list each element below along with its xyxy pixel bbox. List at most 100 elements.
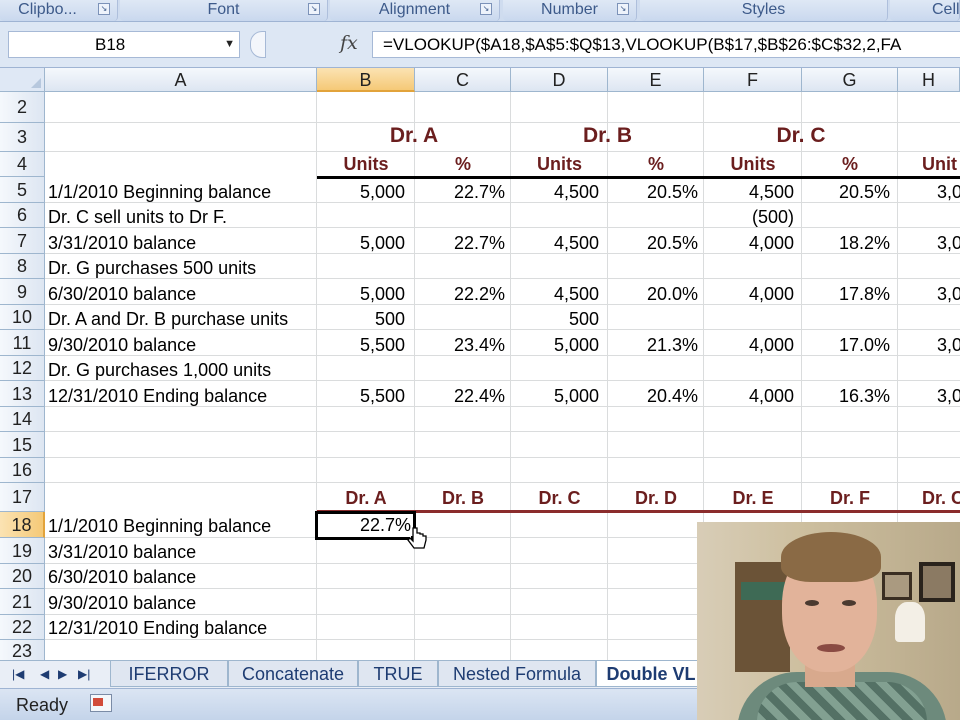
lookup-header[interactable]: Dr. C [511,488,608,509]
table-row-label[interactable]: Dr. A and Dr. B purchase units [48,309,288,330]
table-row-label[interactable]: Dr. G purchases 500 units [48,258,256,279]
select-all-button[interactable] [0,68,45,92]
dialog-launcher-icon[interactable]: ↘ [98,3,110,15]
ribbon-group-cells[interactable]: Cell [890,0,960,21]
lookup-header[interactable]: Dr. C [922,488,960,509]
row-header[interactable]: 11 [0,330,45,356]
row-header[interactable]: 20 [0,564,45,589]
table-cell-e[interactable]: 20.4% [608,386,698,407]
table-cell-d[interactable]: 4,500 [511,182,599,203]
next-sheet-icon[interactable]: ▶ [58,667,67,681]
sheet-tab-true[interactable]: TRUE [358,661,438,687]
table-cell-b[interactable]: 5,500 [317,386,405,407]
table-cell-h[interactable]: 3,0 [937,335,960,356]
table-cell-c[interactable]: 22.2% [415,284,505,305]
ribbon-group-alignment[interactable]: Alignment ↘ [330,0,500,21]
lookup-header[interactable]: Dr. B [415,488,511,509]
row-header[interactable]: 7 [0,228,45,254]
row-header[interactable]: 16 [0,458,45,483]
macro-record-icon[interactable] [90,694,112,712]
subheader-pct[interactable]: % [802,154,898,175]
sheet-tab-double-vlookup[interactable]: Double VL [596,661,706,687]
table-cell-b[interactable]: 5,000 [317,182,405,203]
row-header[interactable]: 17 [0,483,45,512]
table-cell-g[interactable]: 17.0% [802,335,890,356]
table-cell-h[interactable]: 3,0 [937,386,960,407]
table-row-label[interactable]: Dr. C sell units to Dr F. [48,207,227,228]
subheader-units[interactable]: Unit [922,154,957,175]
table-cell-d[interactable]: 4,500 [511,284,599,305]
table-cell-g[interactable]: 16.3% [802,386,890,407]
table-cell-f[interactable]: 4,000 [704,386,794,407]
table-cell-f[interactable]: 4,000 [704,284,794,305]
table-row-label[interactable]: 9/30/2010 balance [48,335,196,356]
row-header[interactable]: 15 [0,432,45,458]
row-header[interactable]: 3 [0,123,45,152]
table-row-label[interactable]: 3/31/2010 balance [48,233,196,254]
table-cell-b[interactable]: 5,500 [317,335,405,356]
table-cell-b[interactable]: 500 [317,309,405,330]
table-cell-e[interactable]: 20.5% [608,233,698,254]
table-cell-e[interactable]: 20.5% [608,182,698,203]
dialog-launcher-icon[interactable]: ↘ [617,3,629,15]
name-box[interactable]: B18 ▼ [8,31,240,58]
table-cell-c[interactable]: 22.7% [415,233,505,254]
formula-bar-resize-handle[interactable] [250,31,266,58]
table-row-label[interactable]: 12/31/2010 Ending balance [48,386,267,407]
table-cell-f[interactable]: 4,500 [704,182,794,203]
column-header-e[interactable]: E [608,68,704,92]
lookup-header[interactable]: Dr. F [802,488,898,509]
first-sheet-icon[interactable]: |◀ [12,667,24,681]
column-header-d[interactable]: D [511,68,608,92]
table-cell-f[interactable]: (500) [704,207,794,228]
row-header[interactable]: 9 [0,279,45,305]
table-cell-f[interactable]: 4,000 [704,233,794,254]
ribbon-group-styles[interactable]: Styles [640,0,888,21]
row-header[interactable]: 18 [0,512,45,538]
row-header[interactable]: 13 [0,381,45,407]
ribbon-group-clipboard[interactable]: Clipbo... ↘ [0,0,118,21]
table-cell-b[interactable]: 5,000 [317,233,405,254]
prev-sheet-icon[interactable]: ◀ [40,667,49,681]
header-dr-a[interactable]: Dr. A [317,124,511,148]
row-header[interactable]: 2 [0,92,45,123]
table-cell-c[interactable]: 22.4% [415,386,505,407]
column-header-c[interactable]: C [415,68,511,92]
chevron-down-icon[interactable]: ▼ [224,32,235,57]
row-header[interactable]: 8 [0,254,45,279]
table-cell-h[interactable]: 3,0 [937,182,960,203]
table-cell-d[interactable]: 5,000 [511,386,599,407]
last-sheet-icon[interactable]: ▶| [78,667,90,681]
row-header[interactable]: 22 [0,615,45,640]
sheet-tab-concatenate[interactable]: Concatenate [228,661,358,687]
table-cell-d[interactable]: 4,500 [511,233,599,254]
sheet-tab-nested-formula[interactable]: Nested Formula [438,661,596,687]
column-header-b[interactable]: B [317,68,415,92]
lookup-header[interactable]: Dr. E [704,488,802,509]
row-header[interactable]: 6 [0,203,45,228]
table-cell-c[interactable]: 22.7% [415,182,505,203]
table-cell-c[interactable]: 23.4% [415,335,505,356]
subheader-units[interactable]: Units [511,154,608,175]
table-cell-e[interactable]: 20.0% [608,284,698,305]
row-header[interactable]: 4 [0,152,45,177]
table-cell-d[interactable]: 500 [511,309,599,330]
lookup-header[interactable]: Dr. D [608,488,704,509]
dialog-launcher-icon[interactable]: ↘ [308,3,320,15]
lookup-row-label[interactable]: 6/30/2010 balance [48,567,196,588]
ribbon-group-font[interactable]: Font ↘ [120,0,328,21]
row-header[interactable]: 19 [0,538,45,564]
column-header-g[interactable]: G [802,68,898,92]
ribbon-group-number[interactable]: Number ↘ [503,0,637,21]
header-dr-c[interactable]: Dr. C [704,124,898,148]
table-cell-g[interactable]: 18.2% [802,233,890,254]
dialog-launcher-icon[interactable]: ↘ [480,3,492,15]
column-header-f[interactable]: F [704,68,802,92]
column-header-h[interactable]: H [898,68,960,92]
lookup-row-label[interactable]: 9/30/2010 balance [48,593,196,614]
lookup-header[interactable]: Dr. A [317,488,415,509]
table-cell-g[interactable]: 17.8% [802,284,890,305]
row-header[interactable]: 21 [0,589,45,615]
subheader-pct[interactable]: % [608,154,704,175]
table-cell-f[interactable]: 4,000 [704,335,794,356]
